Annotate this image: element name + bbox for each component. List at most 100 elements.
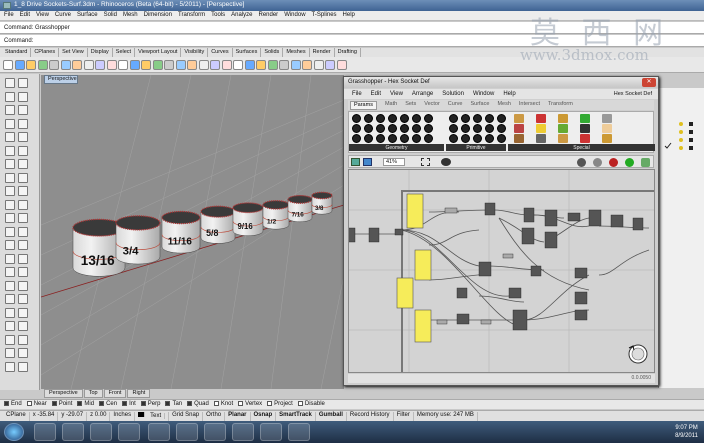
geometry-param-icon[interactable] [376,134,385,143]
osnap-checkbox[interactable] [122,401,128,406]
palette-tool-icon[interactable] [5,294,15,304]
osnap-disable[interactable]: Disable [297,401,325,409]
perspective-viewport[interactable]: 13/16 3/4 11/16 5/8 9/16 1/2 7/16 3/8 [41,75,344,389]
geometry-param-icon[interactable] [400,134,409,143]
palette-tool-icon[interactable] [5,118,15,129]
palette-tool-icon[interactable] [5,334,15,345]
palette-tool-icon[interactable] [18,253,28,264]
firefox-icon[interactable] [148,423,170,441]
special-param-icon[interactable] [602,124,612,133]
osnap-vertex[interactable]: Vertex [238,401,262,409]
toolbar-tool-icon[interactable] [210,60,220,70]
palette-tool-icon[interactable] [5,159,15,169]
palette-tool-icon[interactable] [5,78,15,88]
toolbar-tool-icon[interactable] [198,60,209,70]
geometry-param-icon[interactable] [388,134,397,143]
viewport-tab-top[interactable]: Top [83,389,103,398]
gh-tab-transform[interactable]: Transform [548,101,573,110]
toolbar-tool-icon[interactable] [290,60,301,70]
geometry-param-icon[interactable] [352,134,361,143]
osnap-checkbox[interactable] [51,401,57,406]
special-param-icon[interactable] [558,134,568,143]
media-icon[interactable] [90,423,112,441]
geometry-param-icon[interactable] [364,124,373,133]
palette-tool-icon[interactable] [5,348,15,358]
toolbar-tool-icon[interactable] [37,60,48,70]
menu-window[interactable]: Window [284,12,305,20]
osnap-perp[interactable]: Perp [140,401,160,409]
palette-tool-icon[interactable] [5,186,15,196]
palette-tool-icon[interactable] [5,307,15,318]
palette-tool-icon[interactable] [18,159,28,169]
palette-tool-icon[interactable] [5,91,15,102]
menu-solid[interactable]: Solid [104,12,117,20]
menu-help[interactable]: Help [343,12,355,20]
special-param-icon[interactable] [514,134,524,143]
special-param-icon[interactable] [580,134,590,143]
geometry-param-icon[interactable] [376,124,385,133]
status-filter[interactable]: Filter [394,412,414,421]
special-param-icon[interactable] [580,124,590,133]
save-file-icon[interactable] [363,158,372,166]
toolbar-tab-viewport-layout[interactable]: Viewport Layout [135,48,182,57]
toolbar-tool-icon[interactable] [187,60,197,70]
toolbar-tool-icon[interactable] [26,60,36,70]
osnap-end[interactable]: End [4,401,22,409]
toolbar-tool-icon[interactable] [95,60,105,70]
acrobat-icon[interactable] [204,423,226,441]
geometry-param-icon[interactable] [352,114,361,123]
gh-menu-solution[interactable]: Solution [442,91,464,99]
special-param-icon[interactable] [536,114,546,123]
special-param-icon[interactable] [558,124,568,133]
toolbar-tab-cplanes[interactable]: CPlanes [31,48,60,57]
menu-render[interactable]: Render [259,12,279,20]
toolbar-tool-icon[interactable] [233,60,243,70]
gh-menu-file[interactable]: File [352,91,362,99]
palette-tool-icon[interactable] [18,199,28,210]
primitive-param-icon[interactable] [497,134,506,143]
primitive-param-icon[interactable] [461,134,470,143]
word-icon[interactable] [176,423,198,441]
toolbar-tool-icon[interactable] [267,60,278,70]
toolbar-tool-icon[interactable] [325,60,335,70]
osnap-near[interactable]: Near [26,401,47,409]
palette-tool-icon[interactable] [18,240,28,250]
gh-menu-help[interactable]: Help [503,91,515,99]
palette-tool-icon[interactable] [18,294,28,304]
toolbar-tool-icon[interactable] [118,60,128,70]
open-file-icon[interactable] [351,158,360,166]
geometry-param-icon[interactable] [364,134,373,143]
palette-tool-icon[interactable] [5,145,15,156]
palette-tool-icon[interactable] [5,172,15,183]
primitive-param-icon[interactable] [461,114,470,123]
special-param-icon[interactable] [536,124,546,133]
toolbar-tool-icon[interactable] [83,60,94,70]
primitive-param-icon[interactable] [497,114,506,123]
palette-tool-icon[interactable] [5,226,15,237]
geometry-param-icon[interactable] [388,114,397,123]
primitive-param-icon[interactable] [473,134,482,143]
osnap-cen[interactable]: Cen [99,401,117,409]
osnap-checkbox[interactable] [297,401,303,406]
osnap-checkbox[interactable] [238,401,244,406]
geometry-param-icon[interactable] [400,124,409,133]
menu-curve[interactable]: Curve [55,12,71,20]
palette-tool-icon[interactable] [18,213,28,223]
special-param-icon[interactable] [602,114,612,123]
display-mode-icon[interactable] [577,158,586,167]
selected-preview-icon[interactable] [625,158,634,167]
menu-view[interactable]: View [36,12,49,20]
toolbar-tool-icon[interactable] [336,60,347,70]
palette-tool-icon[interactable] [5,267,15,277]
gh-tab-params[interactable]: Params [350,101,377,110]
toolbar-tool-icon[interactable] [313,60,324,70]
viewport-tab-front[interactable]: Front [103,389,127,398]
toolbar-tool-icon[interactable] [221,60,232,70]
grasshopper-window[interactable]: Grasshopper - Hex Socket Def ✕ File Edit V… [343,76,659,386]
palette-tool-icon[interactable] [5,132,15,142]
geometry-param-icon[interactable] [364,114,373,123]
disable-preview-icon[interactable] [609,158,618,167]
palette-tool-icon[interactable] [18,361,28,372]
geometry-param-icon[interactable] [400,114,409,123]
osnap-knot[interactable]: Knot [213,401,233,409]
